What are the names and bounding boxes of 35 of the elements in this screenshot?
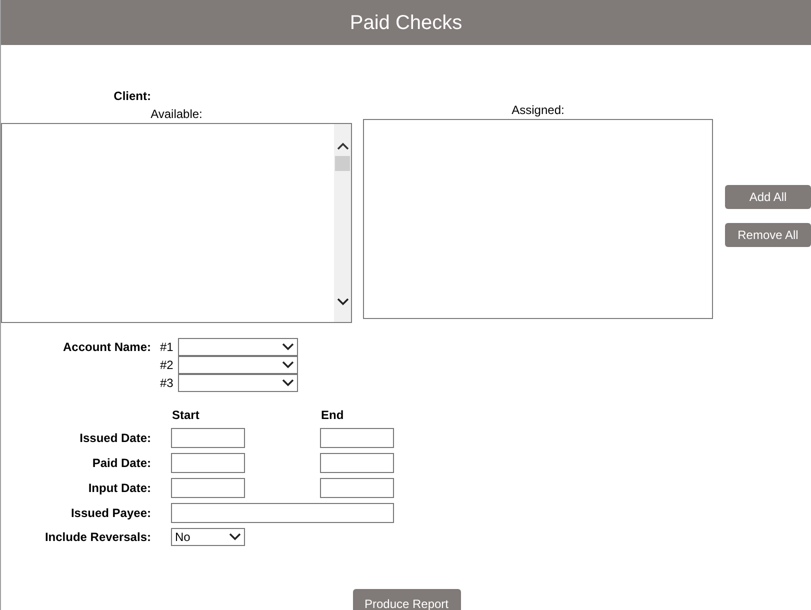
caret-icon bbox=[282, 361, 294, 369]
field-label: Paid Date: bbox=[91, 455, 151, 472]
list-button[interactable]: Remove All bbox=[725, 223, 811, 247]
date-field[interactable] bbox=[320, 478, 394, 498]
date-field[interactable] bbox=[171, 478, 245, 498]
select-prefix: #2 bbox=[160, 357, 174, 374]
dropdown-value: No bbox=[175, 529, 190, 546]
text-field[interactable] bbox=[171, 503, 394, 523]
select-prefix: #1 bbox=[160, 339, 174, 356]
account-dropdown[interactable] bbox=[178, 374, 298, 392]
date-field[interactable] bbox=[320, 453, 394, 473]
caret-icon bbox=[282, 379, 294, 387]
date-field[interactable] bbox=[171, 453, 245, 473]
date-field[interactable] bbox=[320, 428, 394, 448]
scrollbar[interactable] bbox=[334, 124, 351, 322]
caret-icon bbox=[282, 343, 294, 351]
column-header: Start bbox=[172, 407, 200, 424]
page-title: Paid Checks bbox=[350, 10, 462, 36]
reversals-dropdown[interactable]: No bbox=[171, 528, 245, 546]
scrollbar-thumb[interactable] bbox=[335, 156, 350, 171]
field-label: Account Name: bbox=[62, 339, 151, 356]
field-label: Input Date: bbox=[87, 480, 151, 497]
field-label: Issued Date: bbox=[78, 430, 151, 447]
column-header: End bbox=[321, 407, 344, 424]
field-label: Include Reversals: bbox=[44, 529, 151, 546]
caret-icon bbox=[229, 533, 241, 541]
account-dropdown[interactable] bbox=[178, 356, 298, 374]
date-field[interactable] bbox=[171, 428, 245, 448]
field-label: Issued Payee: bbox=[70, 505, 151, 522]
available-label: Available: bbox=[150, 106, 204, 123]
account-dropdown[interactable] bbox=[178, 338, 298, 356]
client-label: Client: bbox=[112, 88, 151, 105]
select-prefix: #3 bbox=[160, 375, 174, 392]
list-button[interactable]: Add All bbox=[725, 185, 811, 209]
assigned-label: Assigned: bbox=[510, 102, 566, 119]
